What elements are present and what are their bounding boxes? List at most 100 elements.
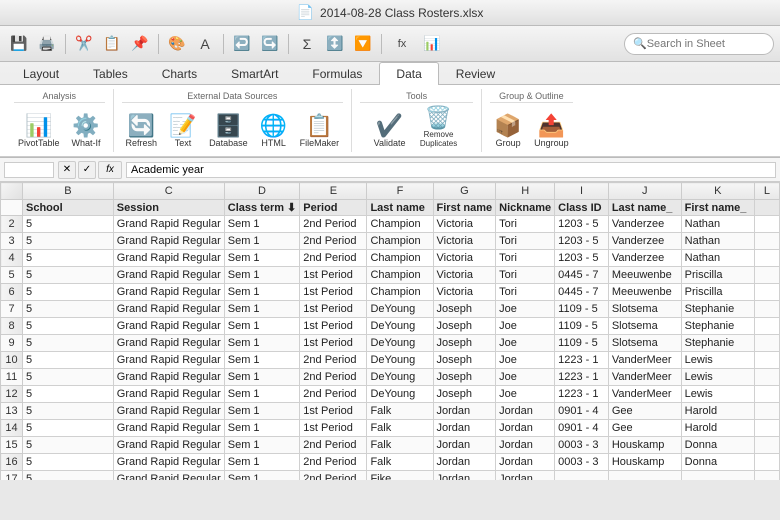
table-cell[interactable]: DeYoung <box>367 335 433 352</box>
table-cell[interactable]: Grand Rapid Regular <box>113 386 224 403</box>
table-cell[interactable]: 0003 - 3 <box>555 437 609 454</box>
table-cell[interactable] <box>608 471 681 481</box>
ungroup-button[interactable]: 📤 Ungroup <box>530 113 573 150</box>
table-cell[interactable]: Houskamp <box>608 454 681 471</box>
table-cell[interactable]: 5 <box>23 386 114 403</box>
table-cell[interactable]: Grand Rapid Regular <box>113 403 224 420</box>
table-cell[interactable]: Jordan <box>433 471 496 481</box>
table-cell[interactable]: Meeuwenbe <box>608 284 681 301</box>
table-cell[interactable]: 5 <box>23 437 114 454</box>
table-cell[interactable]: Sem 1 <box>224 318 300 335</box>
row-header[interactable]: 11 <box>1 369 23 386</box>
table-cell[interactable]: Stephanie <box>681 335 754 352</box>
table-cell[interactable]: 2nd Period <box>300 369 367 386</box>
table-cell[interactable]: Tori <box>496 267 555 284</box>
table-cell[interactable]: Sem 1 <box>224 386 300 403</box>
table-cell[interactable] <box>754 301 779 318</box>
table-cell[interactable]: Grand Rapid Regular <box>113 335 224 352</box>
table-cell[interactable]: Slotsema <box>608 335 681 352</box>
table-cell[interactable]: 5 <box>23 335 114 352</box>
table-cell[interactable]: 5 <box>23 471 114 481</box>
table-cell[interactable] <box>754 352 779 369</box>
table-cell[interactable]: Houskamp <box>608 437 681 454</box>
table-cell[interactable]: 5 <box>23 454 114 471</box>
table-cell[interactable]: Sem 1 <box>224 284 300 301</box>
table-cell[interactable]: Sem 1 <box>224 335 300 352</box>
refresh-button[interactable]: 🔄 Refresh <box>122 113 162 150</box>
table-cell[interactable]: 0901 - 4 <box>555 403 609 420</box>
table-cell[interactable]: Jordan <box>496 471 555 481</box>
table-cell[interactable]: Grand Rapid Regular <box>113 318 224 335</box>
save-button[interactable]: 💾 <box>6 31 32 57</box>
redo-button[interactable]: ↪️ <box>257 31 283 57</box>
table-cell[interactable]: Victoria <box>433 267 496 284</box>
formula-cancel-button[interactable]: ✕ <box>58 161 76 179</box>
tab-smartart[interactable]: SmartArt <box>214 62 295 85</box>
table-cell[interactable]: Champion <box>367 284 433 301</box>
table-cell[interactable]: 5 <box>23 403 114 420</box>
table-cell[interactable]: Joseph <box>433 386 496 403</box>
table-cell[interactable]: Harold <box>681 420 754 437</box>
table-cell[interactable]: 0445 - 7 <box>555 284 609 301</box>
col-header-g[interactable]: G <box>433 183 496 200</box>
table-cell[interactable]: Fike <box>367 471 433 481</box>
undo-button[interactable]: ↩️ <box>229 31 255 57</box>
table-cell[interactable]: Jordan <box>496 420 555 437</box>
row-header[interactable]: 8 <box>1 318 23 335</box>
table-cell[interactable]: 5 <box>23 250 114 267</box>
table-cell[interactable]: Falk <box>367 420 433 437</box>
table-cell[interactable]: 2nd Period <box>300 352 367 369</box>
validate-button[interactable]: ✔️ Validate <box>370 113 410 150</box>
table-cell[interactable]: DeYoung <box>367 386 433 403</box>
table-cell[interactable] <box>754 420 779 437</box>
row-header-1[interactable] <box>1 200 23 216</box>
table-cell[interactable]: 1st Period <box>300 318 367 335</box>
table-cell[interactable]: Sem 1 <box>224 403 300 420</box>
table-cell[interactable]: Vanderzee <box>608 250 681 267</box>
table-cell[interactable]: Jordan <box>433 420 496 437</box>
cell-reference-input[interactable] <box>4 162 54 178</box>
table-cell[interactable] <box>681 471 754 481</box>
table-cell[interactable]: 0445 - 7 <box>555 267 609 284</box>
group-button[interactable]: 📦 Group <box>490 113 526 150</box>
table-cell[interactable]: Joseph <box>433 369 496 386</box>
table-cell[interactable]: Meeuwenbe <box>608 267 681 284</box>
table-cell[interactable]: Joseph <box>433 335 496 352</box>
table-cell[interactable]: 1203 - 5 <box>555 250 609 267</box>
table-cell[interactable]: Jordan <box>433 437 496 454</box>
table-cell[interactable]: 5 <box>23 369 114 386</box>
whatif-button[interactable]: ⚙️ What-If <box>68 113 105 150</box>
table-cell[interactable]: Sem 1 <box>224 216 300 233</box>
table-cell[interactable]: Champion <box>367 233 433 250</box>
table-cell[interactable]: Vanderzee <box>608 233 681 250</box>
table-cell[interactable]: 5 <box>23 267 114 284</box>
table-cell[interactable]: Joe <box>496 352 555 369</box>
row-header[interactable]: 6 <box>1 284 23 301</box>
table-cell[interactable]: Tori <box>496 250 555 267</box>
table-cell[interactable]: Jordan <box>433 403 496 420</box>
search-input[interactable] <box>647 38 767 50</box>
table-cell[interactable]: Sem 1 <box>224 369 300 386</box>
table-cell[interactable]: 5 <box>23 318 114 335</box>
table-cell[interactable]: 2nd Period <box>300 454 367 471</box>
table-cell[interactable]: DeYoung <box>367 352 433 369</box>
row-header[interactable]: 13 <box>1 403 23 420</box>
text-button[interactable]: 📝 Text <box>165 113 201 150</box>
col-header-h[interactable]: H <box>496 183 555 200</box>
table-cell[interactable]: Grand Rapid Regular <box>113 352 224 369</box>
table-cell[interactable]: Nathan <box>681 250 754 267</box>
filter-button[interactable]: 🔽 <box>350 31 376 57</box>
table-cell[interactable]: Gee <box>608 420 681 437</box>
table-cell[interactable]: 1203 - 5 <box>555 233 609 250</box>
print-button[interactable]: 🖨️ <box>34 31 60 57</box>
col-header-e[interactable]: E <box>300 183 367 200</box>
table-cell[interactable]: Sem 1 <box>224 352 300 369</box>
table-cell[interactable]: Champion <box>367 250 433 267</box>
table-cell[interactable] <box>754 471 779 481</box>
row-header[interactable]: 9 <box>1 335 23 352</box>
table-cell[interactable]: 1st Period <box>300 420 367 437</box>
table-cell[interactable]: Stephanie <box>681 318 754 335</box>
table-cell[interactable]: 1109 - 5 <box>555 335 609 352</box>
table-cell[interactable]: Vanderzee <box>608 216 681 233</box>
table-cell[interactable]: Sem 1 <box>224 420 300 437</box>
